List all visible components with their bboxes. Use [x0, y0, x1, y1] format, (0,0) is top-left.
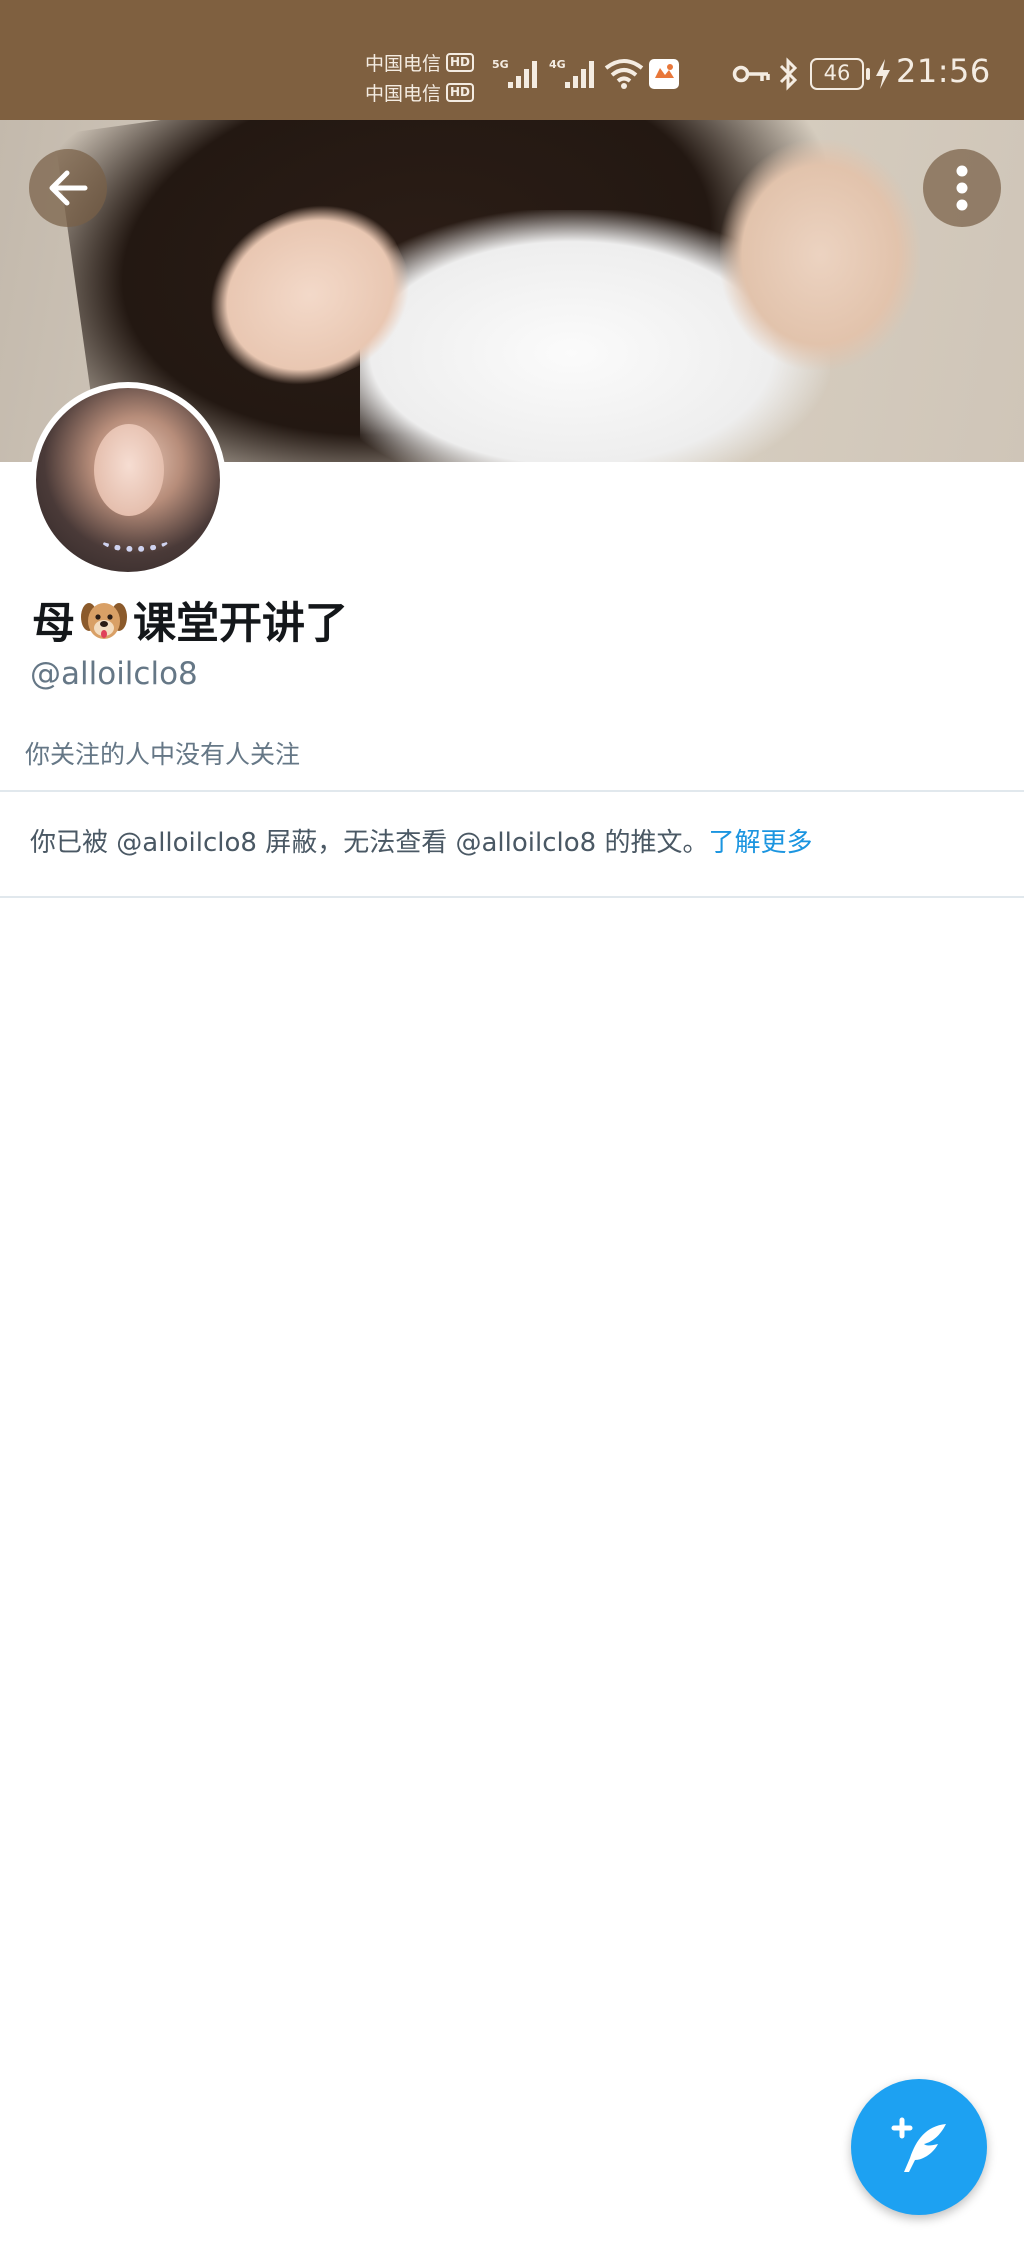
back-button[interactable] — [29, 149, 107, 227]
carrier-label: 中国电信 — [365, 82, 442, 105]
profile-page: 中国电信 HD 中国电信 HD 5G 4G 46 21:56 母 课堂开讲了 @… — [0, 0, 1024, 2253]
blocked-notice: 你已被 @alloilclo8 屏蔽，无法查看 @alloilclo8 的推文。… — [30, 822, 812, 859]
charging-icon — [876, 59, 890, 89]
divider — [0, 896, 1024, 898]
compose-feather-icon — [891, 2117, 946, 2172]
bluetooth-icon — [779, 57, 798, 91]
clock: 21:56 — [896, 52, 991, 90]
hd-badge: HD — [446, 82, 475, 102]
followers-you-know: 你关注的人中没有人关注 — [25, 740, 301, 769]
status-bar: 中国电信 HD 中国电信 HD 5G 4G 46 21:56 — [0, 0, 1024, 120]
carrier-info: 中国电信 HD 中国电信 HD — [365, 47, 485, 107]
arrow-left-icon — [49, 170, 88, 206]
signal-icon — [508, 61, 537, 88]
profile-handle: @alloilclo8 — [30, 656, 198, 692]
signal-icon — [565, 61, 594, 88]
dog-face-emoji-icon — [81, 603, 127, 639]
avatar[interactable] — [30, 382, 226, 578]
display-name-text: 母 — [32, 599, 75, 649]
more-vertical-icon — [956, 165, 968, 211]
learn-more-link[interactable]: 了解更多 — [708, 828, 812, 858]
display-name-text: 课堂开讲了 — [133, 599, 348, 649]
blocked-notice-text: 你已被 @alloilclo8 屏蔽，无法查看 @alloilclo8 的推文。 — [30, 828, 709, 858]
app-notification-icon — [649, 59, 679, 89]
carrier-label: 中国电信 — [365, 52, 442, 75]
hd-badge: HD — [446, 52, 475, 72]
divider — [0, 790, 1024, 792]
battery-tip — [866, 68, 870, 80]
key-icon — [732, 65, 770, 83]
wifi-icon — [604, 59, 644, 89]
compose-tweet-button[interactable] — [851, 2079, 987, 2215]
more-options-button[interactable] — [923, 149, 1001, 227]
battery-icon: 46 — [810, 58, 864, 90]
display-name: 母 课堂开讲了 — [32, 590, 348, 650]
